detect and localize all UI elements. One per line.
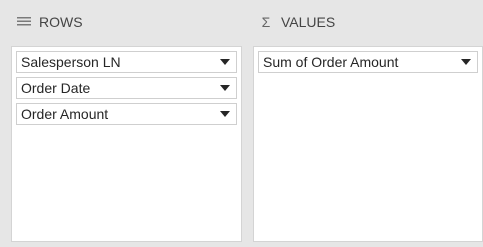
- values-drop-area[interactable]: Sum of Order Amount: [253, 46, 483, 242]
- rows-field-item[interactable]: Order Amount: [16, 103, 237, 125]
- rows-drop-area[interactable]: Salesperson LN Order Date Order Amount: [11, 46, 242, 242]
- rows-field-item[interactable]: Order Date: [16, 77, 237, 99]
- field-label: Sum of Order Amount: [263, 54, 399, 70]
- values-field-item[interactable]: Sum of Order Amount: [258, 51, 478, 73]
- rows-field-item[interactable]: Salesperson LN: [16, 51, 237, 73]
- values-panel-title: VALUES: [281, 14, 336, 30]
- field-label: Salesperson LN: [21, 54, 121, 70]
- dropdown-arrow-icon[interactable]: [220, 83, 230, 93]
- field-label: Order Date: [21, 80, 91, 96]
- dropdown-arrow-icon[interactable]: [461, 57, 471, 67]
- rows-icon: [17, 16, 31, 28]
- rows-panel: ROWS Salesperson LN Order Date Order Amo…: [11, 0, 242, 242]
- sigma-icon: Σ: [261, 14, 271, 30]
- values-panel-header: Σ VALUES: [253, 0, 483, 44]
- field-label: Order Amount: [21, 106, 109, 122]
- dropdown-arrow-icon[interactable]: [220, 57, 230, 67]
- rows-panel-header: ROWS: [11, 0, 242, 44]
- values-panel: Σ VALUES Sum of Order Amount: [253, 0, 483, 242]
- rows-panel-title: ROWS: [39, 14, 83, 30]
- dropdown-arrow-icon[interactable]: [220, 109, 230, 119]
